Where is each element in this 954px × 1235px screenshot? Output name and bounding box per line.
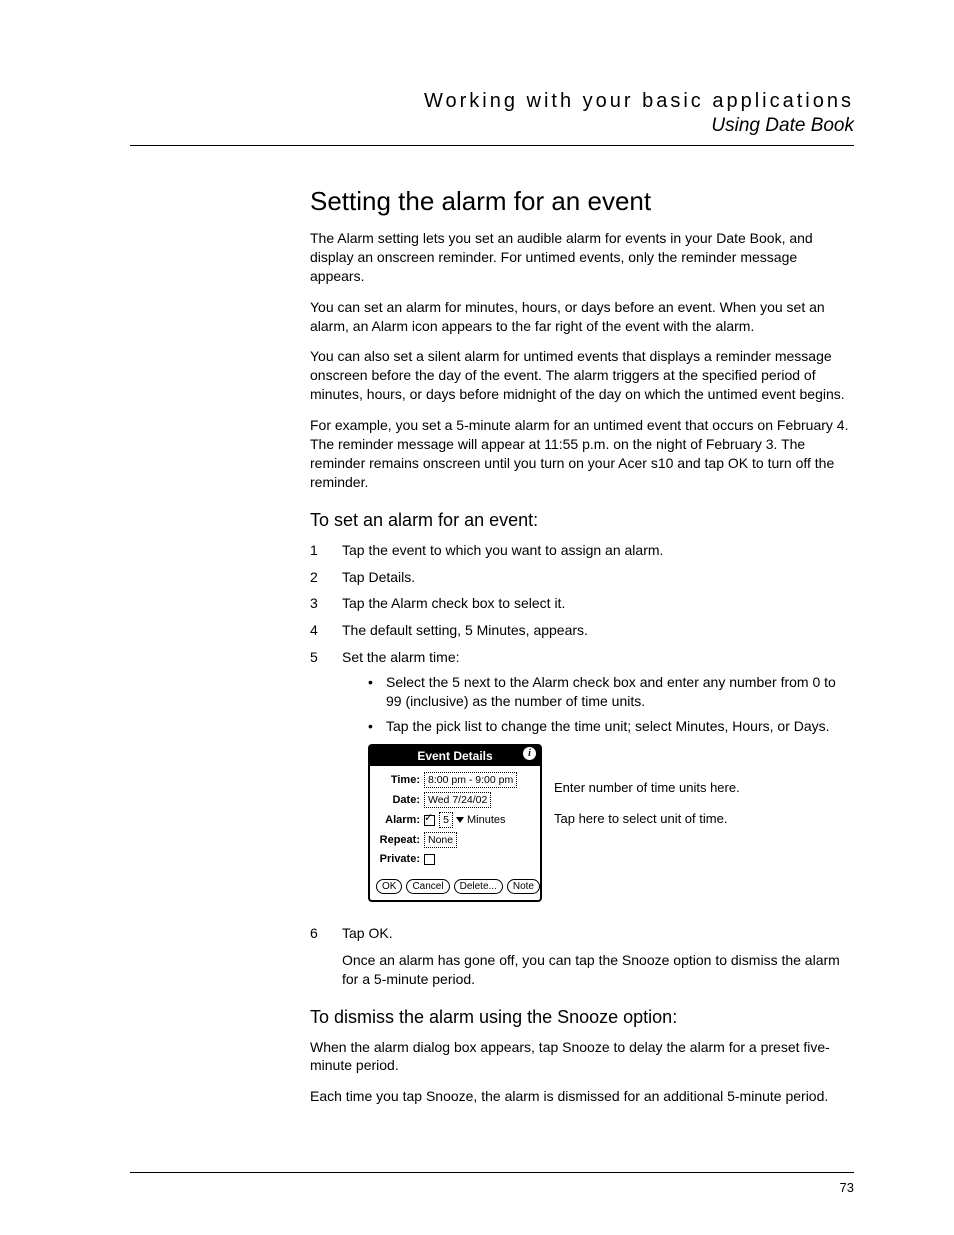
alarm-number: 5	[439, 812, 453, 828]
step-text: Tap OK. Once an alarm has gone off, you …	[342, 924, 854, 989]
date-value: Wed 7/24/02	[424, 792, 491, 808]
body-paragraph: Once an alarm has gone off, you can tap …	[342, 951, 854, 989]
time-value: 8:00 pm - 9:00 pm	[424, 772, 517, 788]
time-label: Time:	[376, 773, 424, 788]
body-paragraph: You can set an alarm for minutes, hours,…	[310, 298, 854, 336]
date-label: Date:	[376, 793, 424, 808]
step-text-inner: Set the alarm time:	[342, 649, 460, 665]
body-paragraph: When the alarm dialog box appears, tap S…	[310, 1038, 854, 1076]
body-paragraph: Each time you tap Snooze, the alarm is d…	[310, 1087, 854, 1106]
dialog-body: Time: 8:00 pm - 9:00 pm Date: Wed 7/24/0…	[370, 766, 540, 875]
heading-2: To dismiss the alarm using the Snooze op…	[310, 1007, 854, 1028]
note-button: Note	[507, 879, 540, 894]
list-item: • Tap the pick list to change the time u…	[368, 717, 854, 736]
step-number: 5	[310, 648, 342, 916]
list-item: 1 Tap the event to which you want to ass…	[310, 541, 854, 560]
section-title: Using Date Book	[130, 115, 854, 137]
bullet-text: Tap the pick list to change the time uni…	[386, 717, 830, 736]
chapter-title: Working with your basic applications	[130, 90, 854, 113]
list-item: • Select the 5 next to the Alarm check b…	[368, 673, 854, 711]
bullet-text: Select the 5 next to the Alarm check box…	[386, 673, 854, 711]
figure: Event Details i Time: 8:00 pm - 9:00 pm …	[368, 744, 854, 902]
step-text: Tap the event to which you want to assig…	[342, 541, 854, 560]
date-row: Date: Wed 7/24/02	[376, 792, 534, 808]
list-item: 6 Tap OK. Once an alarm has gone off, yo…	[310, 924, 854, 989]
body-paragraph: The Alarm setting lets you set an audibl…	[310, 229, 854, 286]
dialog-title-bar: Event Details i	[370, 746, 540, 766]
dropdown-icon	[456, 817, 464, 823]
body-paragraph: For example, you set a 5-minute alarm fo…	[310, 416, 854, 492]
bullet-icon: •	[368, 673, 386, 711]
page-number: 73	[840, 1180, 854, 1195]
info-icon: i	[523, 747, 536, 760]
time-row: Time: 8:00 pm - 9:00 pm	[376, 772, 534, 788]
private-row: Private:	[376, 852, 534, 867]
step-number: 4	[310, 621, 342, 640]
dialog-buttons: OK Cancel Delete... Note	[370, 875, 540, 900]
event-details-dialog: Event Details i Time: 8:00 pm - 9:00 pm …	[368, 744, 542, 902]
step-text: Tap Details.	[342, 568, 854, 587]
list-item: 4 The default setting, 5 Minutes, appear…	[310, 621, 854, 640]
list-item: 2 Tap Details.	[310, 568, 854, 587]
callout-text: Tap here to select unit of time.	[554, 811, 740, 828]
private-checkbox	[424, 854, 435, 865]
repeat-value: None	[424, 832, 457, 848]
step-text: The default setting, 5 Minutes, appears.	[342, 621, 854, 640]
alarm-label: Alarm:	[376, 813, 424, 828]
header-rule	[130, 145, 854, 146]
step-text-inner: Tap OK.	[342, 925, 393, 941]
step-number: 2	[310, 568, 342, 587]
heading-2: To set an alarm for an event:	[310, 510, 854, 531]
figure-callouts: Enter number of time units here. Tap her…	[554, 744, 740, 828]
step-number: 3	[310, 594, 342, 613]
footer-rule	[130, 1172, 854, 1173]
dialog-title: Event Details	[417, 749, 492, 763]
alarm-unit: Minutes	[467, 813, 506, 828]
heading-1: Setting the alarm for an event	[310, 186, 854, 217]
repeat-label: Repeat:	[376, 833, 424, 848]
private-label: Private:	[376, 852, 424, 867]
list-item: 5 Set the alarm time: • Select the 5 nex…	[310, 648, 854, 916]
running-header: Working with your basic applications Usi…	[130, 90, 854, 137]
body-paragraph: You can also set a silent alarm for unti…	[310, 347, 854, 404]
ok-button: OK	[376, 879, 402, 894]
step-text: Set the alarm time: • Select the 5 next …	[342, 648, 854, 916]
callout-text: Enter number of time units here.	[554, 780, 740, 797]
step-number: 6	[310, 924, 342, 989]
list-item: 3 Tap the Alarm check box to select it.	[310, 594, 854, 613]
repeat-row: Repeat: None	[376, 832, 534, 848]
step-text: Tap the Alarm check box to select it.	[342, 594, 854, 613]
cancel-button: Cancel	[406, 879, 449, 894]
numbered-list: 1 Tap the event to which you want to ass…	[310, 541, 854, 989]
alarm-checkbox	[424, 815, 435, 826]
bullet-list: • Select the 5 next to the Alarm check b…	[368, 673, 854, 736]
delete-button: Delete...	[454, 879, 503, 894]
bullet-icon: •	[368, 717, 386, 736]
document-page: Working with your basic applications Usi…	[0, 0, 954, 1235]
step-number: 1	[310, 541, 342, 560]
main-content: Setting the alarm for an event The Alarm…	[310, 186, 854, 1106]
alarm-row: Alarm: 5 Minutes	[376, 812, 534, 828]
